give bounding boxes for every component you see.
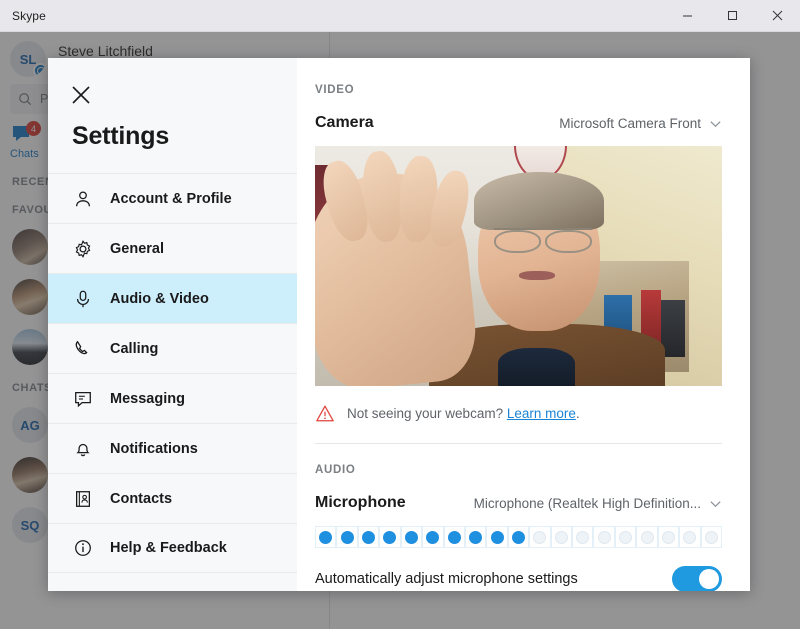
sidebar-item-messaging[interactable]: Messaging [48,373,297,423]
auto-adjust-label: Automatically adjust microphone settings [315,571,578,587]
window-title: Skype [12,8,46,23]
level-cell [315,526,337,548]
level-cell [550,526,573,548]
sidebar-item-label: Audio & Video [110,290,209,307]
camera-preview-image [315,146,722,386]
sidebar-item-label: General [110,240,164,257]
microphone-icon [72,288,94,310]
level-cell [614,526,637,548]
warning-triangle-icon [316,405,334,422]
sidebar-item-account-profile[interactable]: Account & Profile [48,173,297,223]
sidebar-item-label: Messaging [110,390,185,407]
person-icon [72,188,94,210]
level-cell [700,526,723,548]
webcam-warning-message: Not seeing your webcam? [347,406,507,421]
level-dot-on [447,530,461,544]
level-cell [357,526,380,548]
settings-title: Settings [72,122,170,150]
sidebar-item-audio-video[interactable]: Audio & Video [48,273,297,323]
level-dot-on [340,530,354,544]
gear-icon [72,238,94,260]
level-dot-on [426,530,440,544]
sidebar-item-contacts[interactable]: Contacts [48,473,297,523]
level-dot-off [704,530,718,544]
camera-row: Camera Microsoft Camera Front [315,114,722,132]
window-controls [665,0,800,32]
level-cell [593,526,615,548]
settings-content: VIDEO Camera Microsoft Camera Front Not … [297,58,750,591]
video-section-header: VIDEO [315,84,355,96]
message-icon [72,388,94,410]
level-dot-off [554,530,568,544]
level-cell [636,526,658,548]
level-cell [657,526,680,548]
level-dot-on [319,530,333,544]
level-dot-on [512,530,525,544]
microphone-label: Microphone [315,494,406,511]
sidebar-item-label: Notifications [110,440,198,457]
minimize-button[interactable] [665,0,710,32]
level-dot-off [640,530,654,544]
info-icon [72,537,94,559]
level-dot-off [683,530,697,544]
sidebar-item-help-feedback[interactable]: Help & Feedback [48,523,297,573]
maximize-button[interactable] [710,0,755,32]
sidebar-item-label: Contacts [110,490,173,507]
camera-select[interactable]: Microsoft Camera Front [559,116,722,131]
auto-adjust-toggle[interactable] [672,566,722,591]
webcam-warning-suffix: . [575,406,580,421]
level-dot-on [404,530,418,544]
sidebar-item-label: Account & Profile [110,190,232,207]
level-dot-on [362,530,376,544]
sidebar-item-label: Help & Feedback [110,540,227,556]
level-cell [507,526,530,548]
level-cell [486,526,508,548]
level-dot-on [490,530,504,544]
level-dot-off [661,530,675,544]
chevron-down-icon [710,500,721,507]
bell-icon [72,438,94,460]
camera-preview [315,146,722,386]
level-dot-on [383,530,397,544]
sidebar-item-label: Calling [110,340,159,357]
level-cell [336,526,358,548]
learn-more-link[interactable]: Learn more [507,406,576,421]
chevron-down-icon [710,120,721,127]
settings-nav: Settings Account & Profile General Audio… [48,58,297,591]
level-dot-off [597,530,611,544]
microphone-row: Microphone Microphone (Realtek High Defi… [315,494,722,512]
skype-window: Skype SL Steve Litchfield Acti [0,0,800,629]
level-cell [379,526,401,548]
settings-dialog: Settings Account & Profile General Audio… [48,58,750,591]
sidebar-item-general[interactable]: General [48,223,297,273]
level-cell [529,526,551,548]
microphone-value: Microphone (Realtek High Definition... [473,495,701,511]
auto-adjust-row: Automatically adjust microphone settings [315,566,722,591]
close-button[interactable] [755,0,800,32]
phone-icon [72,338,94,360]
microphone-select[interactable]: Microphone (Realtek High Definition... [474,496,722,511]
level-dot-off [533,530,547,544]
level-cell [572,526,594,548]
audio-section-header: AUDIO [315,464,356,476]
close-settings-button[interactable] [58,72,104,118]
level-dot-on [469,530,483,544]
level-dot-off [619,530,633,544]
level-dot-off [576,530,590,544]
sidebar-item-calling[interactable]: Calling [48,323,297,373]
close-icon [72,86,90,104]
camera-label: Camera [315,114,374,131]
webcam-warning: Not seeing your webcam? Learn more. [315,404,722,444]
webcam-warning-text: Not seeing your webcam? Learn more. [347,406,580,421]
sidebar-item-notifications[interactable]: Notifications [48,423,297,473]
contacts-icon [72,488,94,510]
title-bar: Skype [0,0,800,32]
camera-value: Microsoft Camera Front [559,115,701,131]
level-cell [400,526,423,548]
level-cell [679,526,701,548]
level-cell [443,526,465,548]
microphone-level-meter [315,526,723,548]
level-cell [464,526,487,548]
level-cell [422,526,444,548]
